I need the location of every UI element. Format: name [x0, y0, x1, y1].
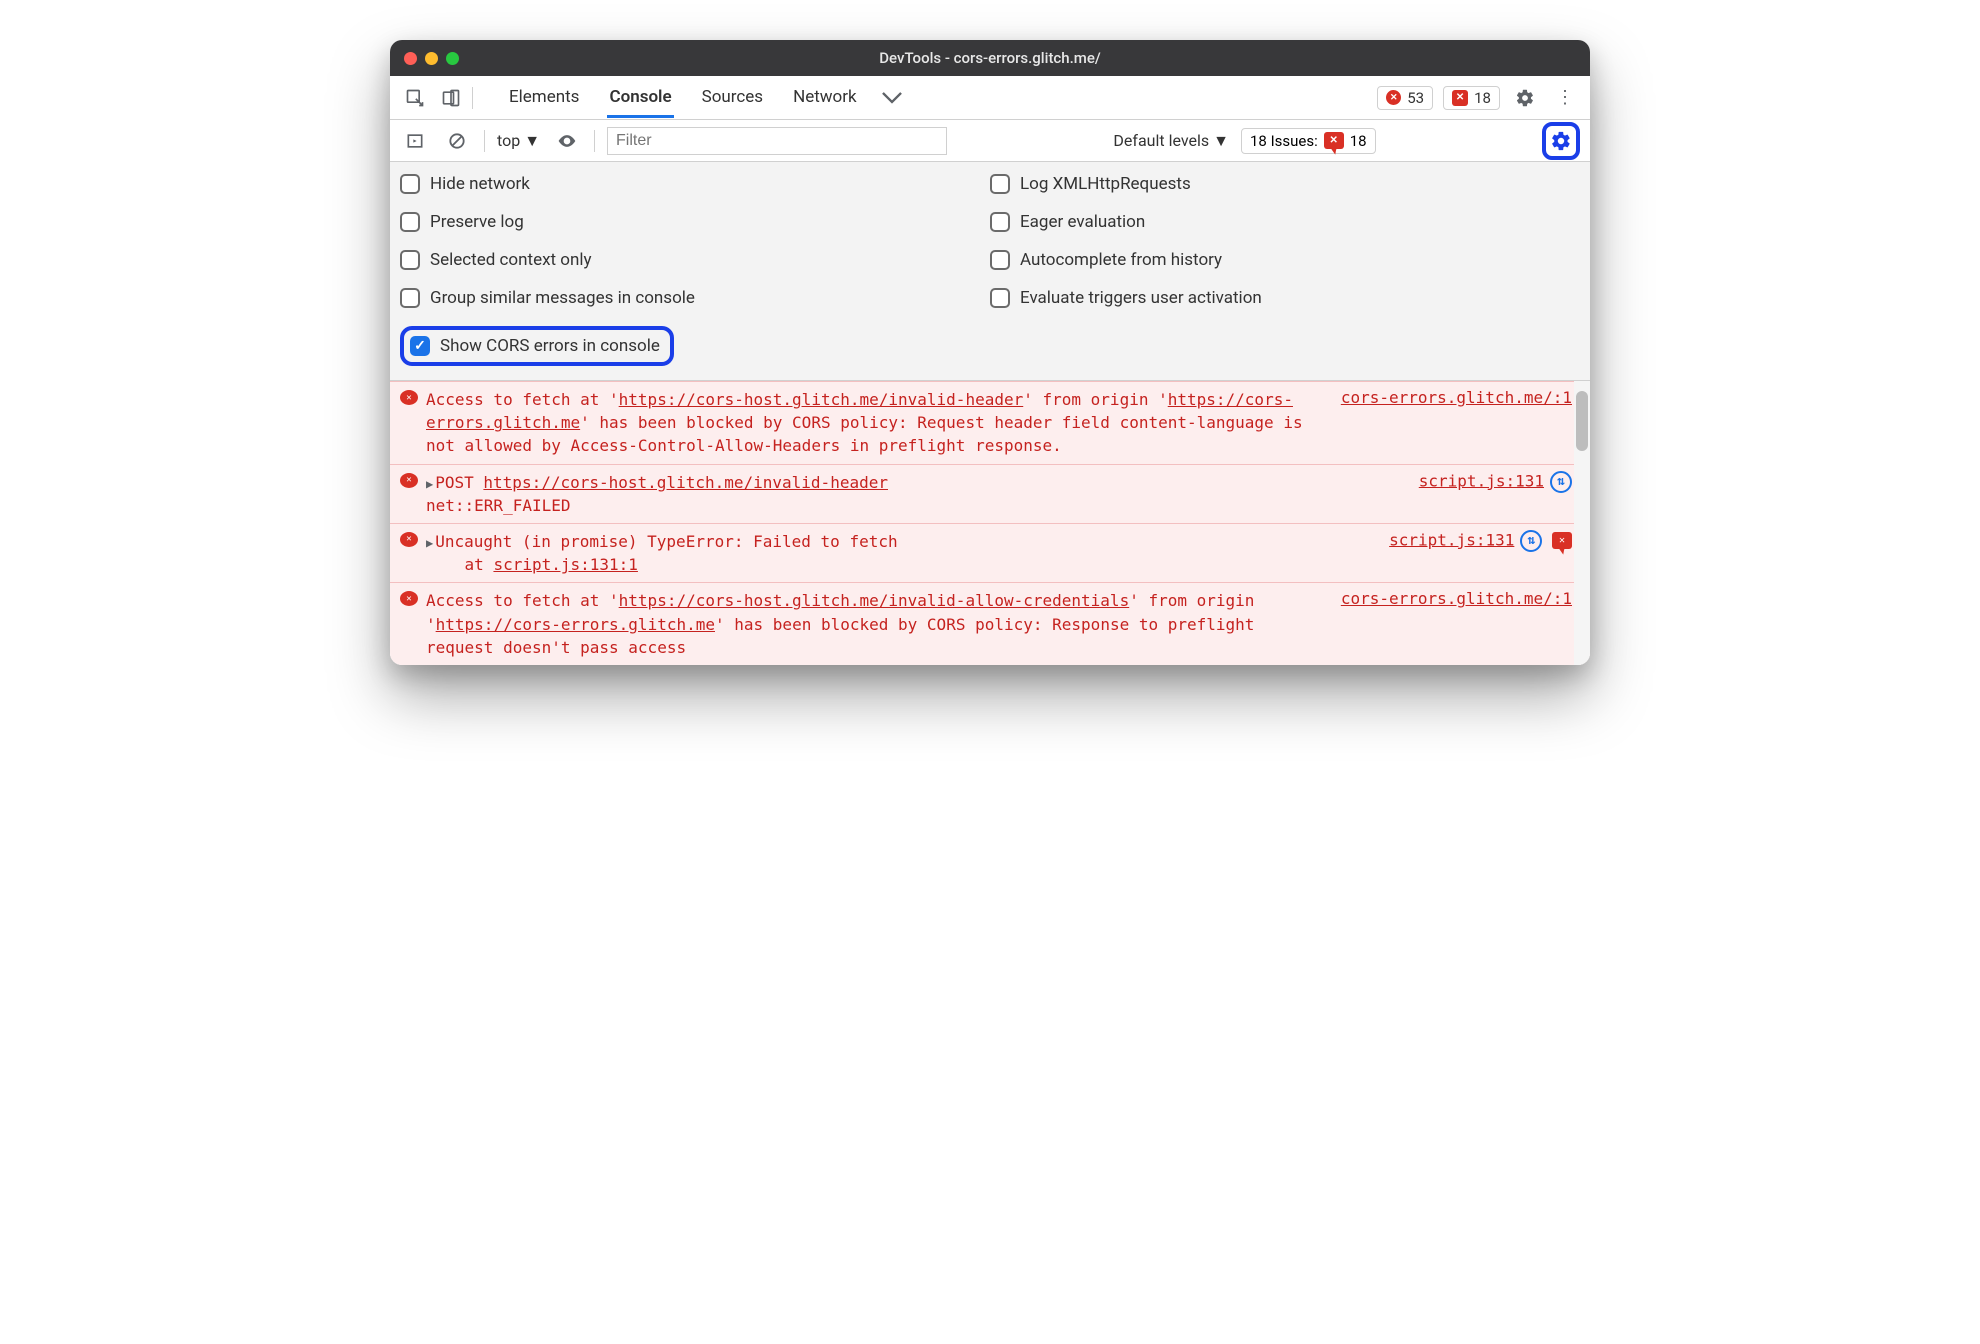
checkbox-icon [400, 250, 420, 270]
error-circle-icon [400, 473, 418, 488]
context-label: top [497, 131, 520, 150]
console-log-area: Access to fetch at 'https://cors-host.gl… [390, 381, 1590, 665]
live-expression-icon[interactable] [552, 126, 582, 156]
log-message: Access to fetch at 'https://cors-host.gl… [426, 388, 1321, 458]
log-message: ▶Uncaught (in promise) TypeError: Failed… [426, 530, 1369, 576]
stack-link[interactable]: script.js:131:1 [493, 555, 638, 574]
checkbox-icon [990, 250, 1010, 270]
errors-badge[interactable]: 53 [1377, 86, 1433, 110]
separator [472, 87, 473, 109]
toggle-sidebar-icon[interactable] [400, 126, 430, 156]
error-circle-icon [1386, 90, 1401, 105]
initiator-sync-icon[interactable]: ⇅ [1550, 471, 1572, 493]
filter-input[interactable] [607, 127, 947, 155]
checkbox-icon [400, 288, 420, 308]
initiator-sync-icon[interactable]: ⇅ [1520, 530, 1542, 552]
log-entry[interactable]: Access to fetch at 'https://cors-host.gl… [390, 381, 1590, 464]
url-link[interactable]: https://cors-host.glitch.me/invalid-head… [619, 390, 1024, 409]
device-toolbar-icon[interactable] [436, 83, 466, 113]
tab-network[interactable]: Network [791, 77, 859, 118]
url-link[interactable]: https://cors-host.glitch.me/invalid-allo… [619, 591, 1130, 610]
log-entry[interactable]: ▶POST https://cors-host.glitch.me/invali… [390, 464, 1590, 523]
setting-hide-network[interactable]: Hide network [400, 174, 990, 194]
log-source[interactable]: script.js:131⇅ [1419, 471, 1572, 517]
clear-console-icon[interactable] [442, 126, 472, 156]
log-entry[interactable]: Access to fetch at 'https://cors-host.gl… [390, 582, 1590, 665]
separator [594, 130, 595, 152]
issues-count: 18 [1350, 132, 1367, 150]
log-source[interactable]: script.js:131⇅ [1389, 530, 1572, 576]
more-tabs-icon[interactable] [877, 83, 907, 113]
console-toolbar: top ▼ Default levels ▼ 18 Issues: 18 [390, 120, 1590, 162]
minimize-window-button[interactable] [425, 52, 438, 65]
settings-gear-icon[interactable] [1510, 83, 1540, 113]
zoom-window-button[interactable] [446, 52, 459, 65]
checkbox-icon [990, 174, 1010, 194]
tab-elements[interactable]: Elements [507, 77, 581, 118]
window-title: DevTools - cors-errors.glitch.me/ [879, 49, 1100, 67]
issues-top-count: 18 [1474, 89, 1491, 107]
url-link[interactable]: https://cors-errors.glitch.me [436, 615, 715, 634]
console-settings-panel: Hide network Log XMLHttpRequests Preserv… [390, 162, 1590, 381]
setting-eager-evaluation[interactable]: Eager evaluation [990, 212, 1580, 232]
expand-triangle-icon[interactable]: ▶ [426, 476, 433, 493]
devtools-window: DevTools - cors-errors.glitch.me/ Elemen… [390, 40, 1590, 665]
error-circle-icon [400, 532, 418, 547]
traffic-lights [404, 52, 459, 65]
error-circle-icon [400, 390, 418, 405]
inspect-element-icon[interactable] [400, 83, 430, 113]
separator [484, 130, 485, 152]
log-message: ▶POST https://cors-host.glitch.me/invali… [426, 471, 1399, 517]
log-source[interactable]: cors-errors.glitch.me/:1 [1341, 589, 1572, 659]
checkbox-icon [990, 212, 1010, 232]
scrollbar[interactable] [1574, 381, 1590, 665]
setting-selected-context-only[interactable]: Selected context only [400, 250, 990, 270]
titlebar: DevTools - cors-errors.glitch.me/ [390, 40, 1590, 76]
setting-show-cors-errors-highlighted[interactable]: Show CORS errors in console [400, 326, 674, 366]
tab-console[interactable]: Console [607, 77, 673, 118]
log-levels-selector[interactable]: Default levels ▼ [1113, 131, 1229, 151]
scrollbar-thumb[interactable] [1576, 391, 1588, 451]
setting-evaluate-triggers-user-activation[interactable]: Evaluate triggers user activation [990, 288, 1580, 308]
main-tabbar: Elements Console Sources Network 53 18 ⋮ [390, 76, 1590, 120]
error-square-icon [1452, 90, 1468, 106]
checkbox-icon [400, 174, 420, 194]
checkbox-icon [990, 288, 1010, 308]
issues-badge[interactable]: 18 Issues: 18 [1241, 128, 1376, 154]
checkbox-icon [400, 212, 420, 232]
context-selector[interactable]: top ▼ [497, 131, 540, 151]
log-source[interactable]: cors-errors.glitch.me/:1 [1341, 388, 1572, 458]
close-window-button[interactable] [404, 52, 417, 65]
setting-group-similar[interactable]: Group similar messages in console [400, 288, 990, 308]
dropdown-triangle-icon: ▼ [1213, 131, 1229, 151]
log-message: Access to fetch at 'https://cors-host.gl… [426, 589, 1321, 659]
errors-count: 53 [1407, 89, 1424, 107]
console-settings-gear-highlighted[interactable] [1542, 122, 1580, 160]
issues-label: 18 Issues: [1250, 132, 1318, 150]
checkbox-checked-icon [410, 336, 430, 356]
tab-sources[interactable]: Sources [700, 77, 765, 118]
error-chat-icon [1324, 132, 1344, 149]
setting-autocomplete-from-history[interactable]: Autocomplete from history [990, 250, 1580, 270]
dropdown-triangle-icon: ▼ [524, 131, 540, 151]
error-circle-icon [400, 591, 418, 606]
panel-tabs: Elements Console Sources Network [507, 77, 859, 118]
setting-preserve-log[interactable]: Preserve log [400, 212, 990, 232]
levels-label: Default levels [1113, 131, 1209, 150]
issues-badge-top[interactable]: 18 [1443, 86, 1500, 110]
setting-log-xhr[interactable]: Log XMLHttpRequests [990, 174, 1580, 194]
kebab-menu-icon[interactable]: ⋮ [1550, 83, 1580, 113]
expand-triangle-icon[interactable]: ▶ [426, 535, 433, 552]
url-link[interactable]: https://cors-host.glitch.me/invalid-head… [483, 473, 888, 492]
error-chat-icon[interactable] [1552, 532, 1572, 549]
log-entry[interactable]: ▶Uncaught (in promise) TypeError: Failed… [390, 523, 1590, 582]
